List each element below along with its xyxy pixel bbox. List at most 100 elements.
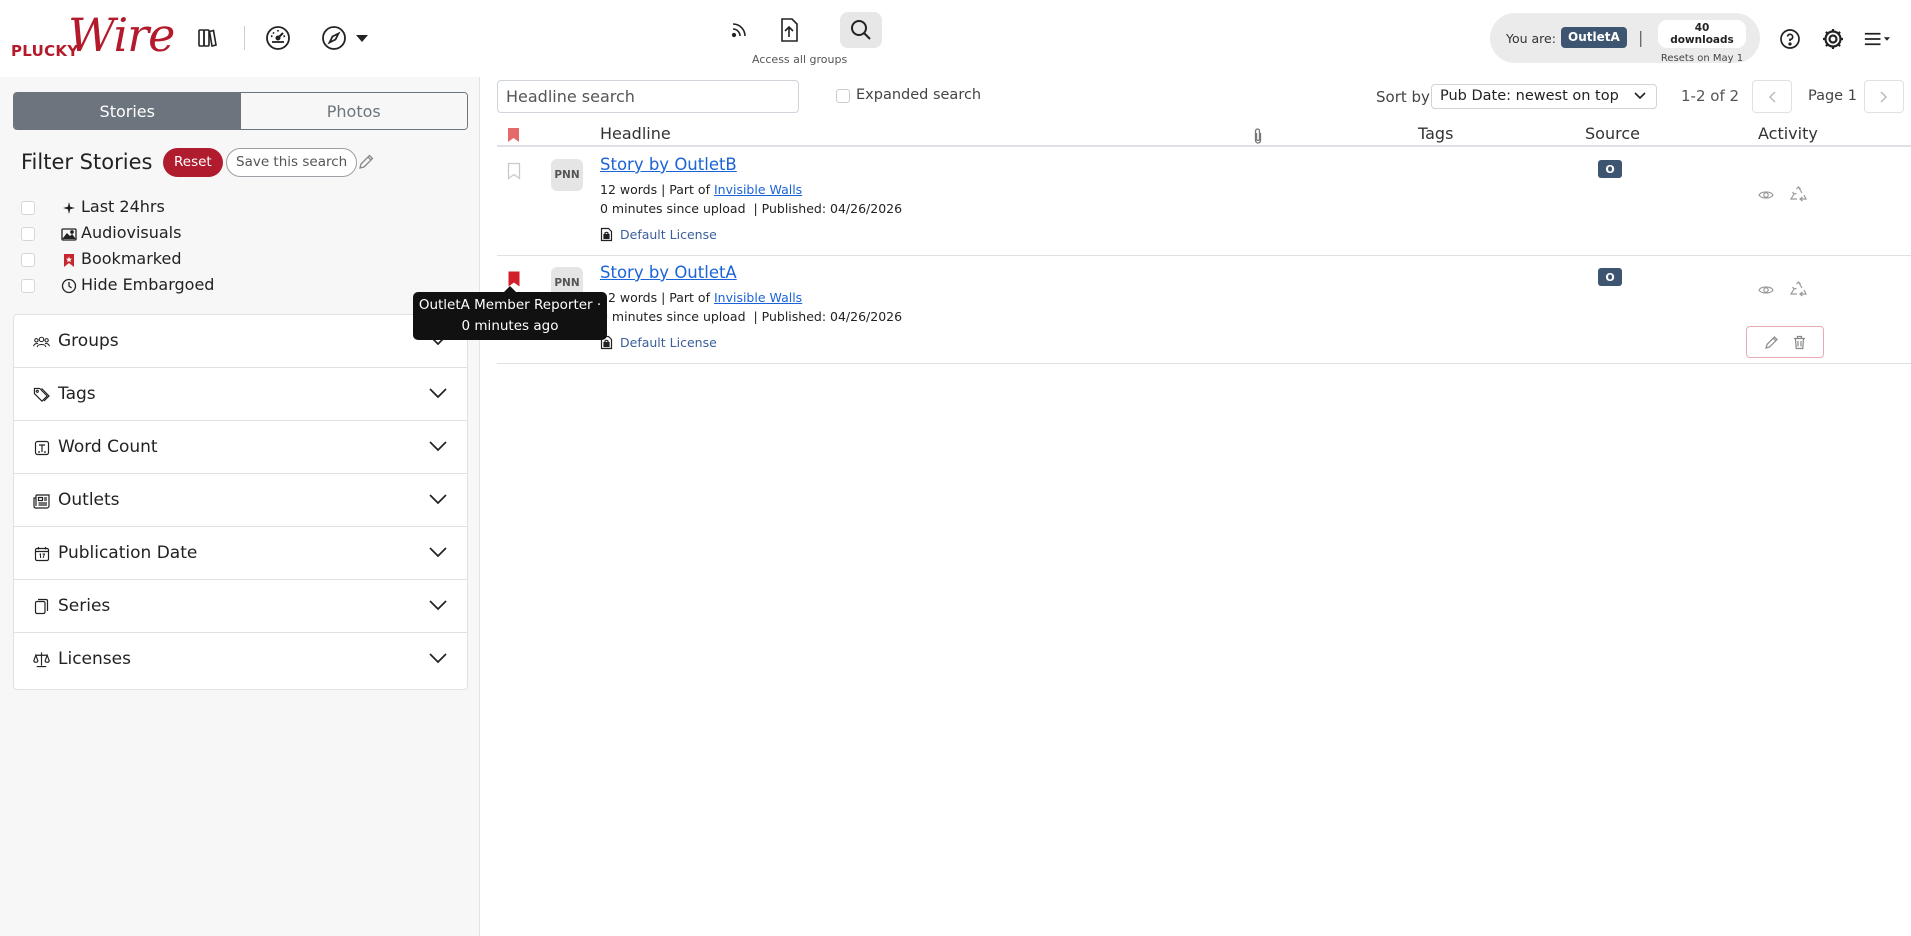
view-eye-icon[interactable]: [1757, 281, 1775, 299]
newspaper-icon: [33, 492, 50, 509]
chevron-down-icon: [429, 547, 447, 558]
license-link[interactable]: Default License: [600, 335, 717, 350]
audiovisuals-checkbox[interactable]: [21, 227, 35, 241]
save-search-button[interactable]: Save this search: [226, 148, 358, 177]
recycle-icon[interactable]: [1789, 185, 1807, 203]
explore-compass-icon[interactable]: [320, 24, 348, 52]
delete-trash-icon[interactable]: [1790, 333, 1808, 351]
expanded-search-checkbox[interactable]: [836, 89, 850, 103]
edit-pencil-icon[interactable]: [357, 153, 375, 171]
groups-label: Groups: [58, 331, 119, 351]
license-link[interactable]: Default License: [600, 227, 717, 242]
tooltip-line-2: 0 minutes ago: [461, 318, 559, 334]
help-icon[interactable]: [1777, 26, 1803, 52]
current-outlet-badge[interactable]: OutletA: [1561, 27, 1627, 48]
published-date-text: | Published: 04/26/2026: [753, 201, 903, 216]
last24-checkbox[interactable]: [21, 201, 35, 215]
bookmarked-label: Bookmarked: [81, 249, 182, 268]
expanded-search-label: Expanded search: [856, 87, 982, 103]
bookmarked-checkbox[interactable]: [21, 253, 35, 267]
table-row: PNN Story by OutletB 12 words | Part of …: [497, 148, 1911, 256]
sort-select-value: Pub Date: newest on top: [1440, 88, 1619, 104]
filter-title: Filter Stories: [21, 150, 153, 174]
accordion-outlets[interactable]: Outlets: [14, 474, 467, 527]
word-count-label: Word Count: [58, 437, 158, 457]
chevron-right-icon: [1880, 90, 1888, 103]
files-icon: [33, 598, 50, 615]
story-headline-link[interactable]: Story by OutletB: [600, 155, 737, 174]
settings-gear-icon[interactable]: [1820, 26, 1846, 52]
calendar-icon: [33, 545, 50, 562]
upload-time-text: 0 minutes since upload: [600, 201, 746, 216]
quick-filter-embargo: Hide Embargoed: [21, 273, 281, 299]
accordion-tags[interactable]: Tags: [14, 368, 467, 421]
upload-icon[interactable]: [768, 12, 810, 48]
bookmark-toggle-icon[interactable]: [507, 162, 521, 180]
filter-accordion: Groups Tags Word Count Outlets Publicati…: [13, 314, 468, 690]
bookmark-column-icon[interactable]: [507, 127, 520, 143]
scales-icon: [33, 651, 50, 668]
hamburger-menu-icon[interactable]: [1864, 26, 1890, 52]
explore-dropdown-caret-icon[interactable]: [348, 24, 376, 52]
result-count: 1-2 of 2: [1681, 87, 1740, 105]
stories-table-header: Headline Tags Source Activity: [497, 122, 1911, 147]
recycle-icon[interactable]: [1789, 280, 1807, 298]
wordcount-icon: [33, 439, 50, 456]
series-link[interactable]: Invisible Walls: [714, 290, 802, 305]
reset-filters-button[interactable]: Reset: [163, 148, 223, 177]
downloads-counter: 40 downloads Resets on May 1: [1658, 18, 1746, 64]
outlets-label: Outlets: [58, 490, 120, 510]
bookmark-tooltip: OutletA Member Reporter · 0 minutes ago: [413, 286, 607, 340]
tab-stories[interactable]: Stories: [14, 93, 241, 129]
accordion-series[interactable]: Series: [14, 580, 467, 633]
tab-photos[interactable]: Photos: [240, 93, 467, 129]
view-eye-icon[interactable]: [1757, 186, 1775, 204]
search-icon[interactable]: [840, 12, 882, 48]
people-icon: [33, 333, 50, 350]
quick-filters: Last 24hrs Audiovisuals Bookmarked Hide …: [21, 195, 281, 299]
dashboard-icon[interactable]: [264, 24, 292, 52]
chevron-down-icon: [429, 600, 447, 611]
logo-big-text: Wire: [68, 8, 175, 62]
library-icon[interactable]: [193, 24, 221, 52]
tags-column-header: Tags: [1418, 124, 1454, 143]
source-badge[interactable]: O: [1598, 160, 1622, 178]
page-indicator: Page 1: [1808, 88, 1857, 104]
series-link[interactable]: Invisible Walls: [714, 182, 802, 197]
sort-by-label: Sort by: [1376, 88, 1430, 106]
clock-icon: [61, 278, 77, 294]
license-text: Default License: [620, 227, 717, 242]
sort-select[interactable]: Pub Date: newest on top: [1431, 84, 1657, 109]
attachment-paperclip-icon: [1254, 128, 1262, 144]
audiovisuals-label: Audiovisuals: [81, 223, 182, 242]
hide-embargoed-checkbox[interactable]: [21, 279, 35, 293]
prev-page-button[interactable]: [1752, 80, 1792, 113]
headline-search-input[interactable]: [497, 80, 799, 113]
chevron-left-icon: [1768, 90, 1776, 103]
accordion-licenses[interactable]: Licenses: [14, 633, 467, 689]
chevron-down-icon: [429, 494, 447, 505]
quick-filter-last24: Last 24hrs: [21, 195, 281, 221]
accordion-publication-date[interactable]: Publication Date: [14, 527, 467, 580]
source-column-header: Source: [1585, 124, 1640, 143]
license-document-icon: [600, 227, 613, 242]
pill-separator: |: [1638, 28, 1644, 47]
access-all-groups-label[interactable]: Access all groups: [752, 53, 847, 66]
downloads-count: 40 downloads: [1658, 20, 1746, 48]
published-date-text: | Published: 04/26/2026: [753, 309, 903, 324]
accordion-groups[interactable]: Groups: [14, 315, 467, 368]
edit-pencil-icon[interactable]: [1762, 333, 1780, 351]
license-text: Default License: [620, 335, 717, 350]
tags-icon: [33, 386, 50, 403]
next-page-button[interactable]: [1864, 80, 1904, 113]
content-type-toggle: Stories Photos: [13, 92, 468, 130]
feed-rss-icon[interactable]: [718, 12, 760, 48]
accordion-word-count[interactable]: Word Count: [14, 421, 467, 474]
owner-actions-group: [1746, 326, 1824, 358]
headline-column-header[interactable]: Headline: [600, 124, 671, 143]
chevron-down-icon: [429, 653, 447, 664]
story-headline-link[interactable]: Story by OutletA: [600, 263, 737, 282]
nav-divider: [244, 26, 245, 50]
you-are-label: You are:: [1506, 31, 1556, 46]
source-badge[interactable]: O: [1598, 268, 1622, 286]
